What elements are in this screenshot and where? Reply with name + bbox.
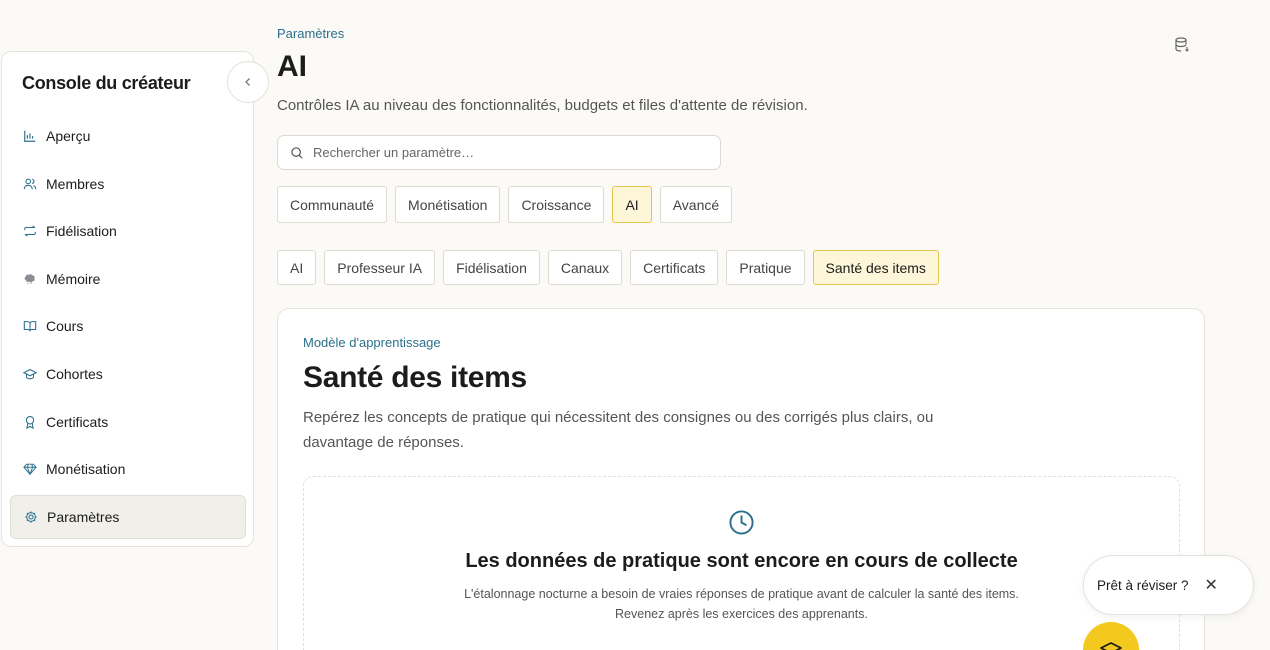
secondary-tabs: AI Professeur IA Fidélisation Canaux Cer… (277, 250, 939, 285)
sidebar-item-cohortes[interactable]: Cohortes (10, 352, 246, 396)
repeat-icon (22, 223, 38, 239)
breadcrumb[interactable]: Paramètres (277, 26, 344, 41)
sidebar-item-label: Cohortes (46, 365, 103, 382)
page-subtitle: Contrôles IA au niveau des fonctionnalit… (277, 97, 808, 114)
sidebar-item-monetisation[interactable]: Monétisation (10, 447, 246, 491)
brain-icon (22, 271, 38, 287)
sidebar-item-cours[interactable]: Cours (10, 304, 246, 348)
sidebar: Console du créateur Aperçu Membres Fidél… (1, 51, 269, 547)
search-input[interactable] (313, 145, 693, 160)
graduation-cap-icon (22, 366, 38, 382)
close-icon[interactable]: ✕ (1205, 575, 1218, 595)
sidebar-item-label: Certificats (46, 413, 109, 430)
subtab-fidelisation[interactable]: Fidélisation (443, 250, 540, 285)
tab-monetisation[interactable]: Monétisation (395, 186, 501, 223)
database-icon[interactable] (1173, 36, 1191, 54)
graduation-cap-icon (1100, 642, 1122, 650)
book-icon (22, 318, 38, 334)
sidebar-item-label: Fidélisation (46, 223, 117, 240)
empty-state: Les données de pratique sont encore en c… (303, 476, 1180, 650)
sidebar-item-memoire[interactable]: Mémoire (10, 257, 246, 301)
empty-state-line-1: L'étalonnage nocturne a besoin de vraies… (464, 587, 1019, 601)
sidebar-item-label: Mémoire (46, 270, 101, 287)
subtab-certificats[interactable]: Certificats (630, 250, 719, 285)
page-title: AI (277, 50, 307, 83)
empty-state-line-2: Revenez après les exercices des apprenan… (615, 607, 868, 621)
sidebar-item-label: Monétisation (46, 461, 126, 478)
subtab-sante-des-items[interactable]: Santé des items (812, 250, 939, 285)
sidebar-item-parametres[interactable]: Paramètres (10, 494, 246, 539)
tab-croissance[interactable]: Croissance (508, 186, 605, 223)
collapse-sidebar-button[interactable] (227, 61, 269, 103)
subtab-ai[interactable]: AI (277, 250, 317, 285)
card-description: Repérez les concepts de pratique qui néc… (303, 409, 934, 451)
subtab-canaux[interactable]: Canaux (547, 250, 623, 285)
chevron-left-icon (245, 78, 250, 86)
toast-label: Prêt à réviser ? (1097, 577, 1189, 593)
sidebar-item-apercu[interactable]: Aperçu (10, 114, 246, 158)
sidebar-item-membres[interactable]: Membres (10, 162, 246, 206)
card-kicker: Modèle d'apprentissage (303, 335, 441, 350)
primary-tabs: Communauté Monétisation Croissance AI Av… (277, 186, 733, 223)
review-toast[interactable]: Prêt à réviser ? ✕ (1083, 555, 1254, 615)
award-icon (22, 414, 38, 430)
gear-icon (23, 509, 39, 525)
sidebar-item-label: Cours (46, 318, 84, 335)
tab-avance[interactable]: Avancé (659, 186, 733, 223)
search-icon (291, 146, 303, 159)
tab-communaute[interactable]: Communauté (277, 186, 388, 223)
search-field[interactable] (277, 135, 721, 170)
subtab-pratique[interactable]: Pratique (726, 250, 805, 285)
gem-icon (22, 461, 38, 477)
card-title: Santé des items (303, 361, 527, 394)
sidebar-nav: Aperçu Membres Fidélisation Mémoire Cour… (10, 114, 246, 542)
sidebar-title: Console du créateur (22, 73, 191, 93)
item-health-card: Modèle d'apprentissage Santé des items R… (277, 308, 1205, 650)
clock-icon (729, 510, 754, 535)
empty-state-title: Les données de pratique sont encore en c… (465, 550, 1018, 572)
sidebar-item-label: Aperçu (46, 128, 91, 144)
tab-ai[interactable]: AI (612, 186, 652, 223)
bar-chart-icon (22, 128, 38, 144)
empty-state-text: L'étalonnage nocturne a besoin de vraies… (304, 584, 1179, 624)
sidebar-item-label: Membres (46, 175, 105, 192)
sidebar-item-label: Paramètres (47, 508, 120, 525)
sidebar-item-fidelisation[interactable]: Fidélisation (10, 209, 246, 253)
sidebar-item-certificats[interactable]: Certificats (10, 400, 246, 444)
users-icon (22, 176, 38, 192)
subtab-professeur-ia[interactable]: Professeur IA (324, 250, 436, 285)
